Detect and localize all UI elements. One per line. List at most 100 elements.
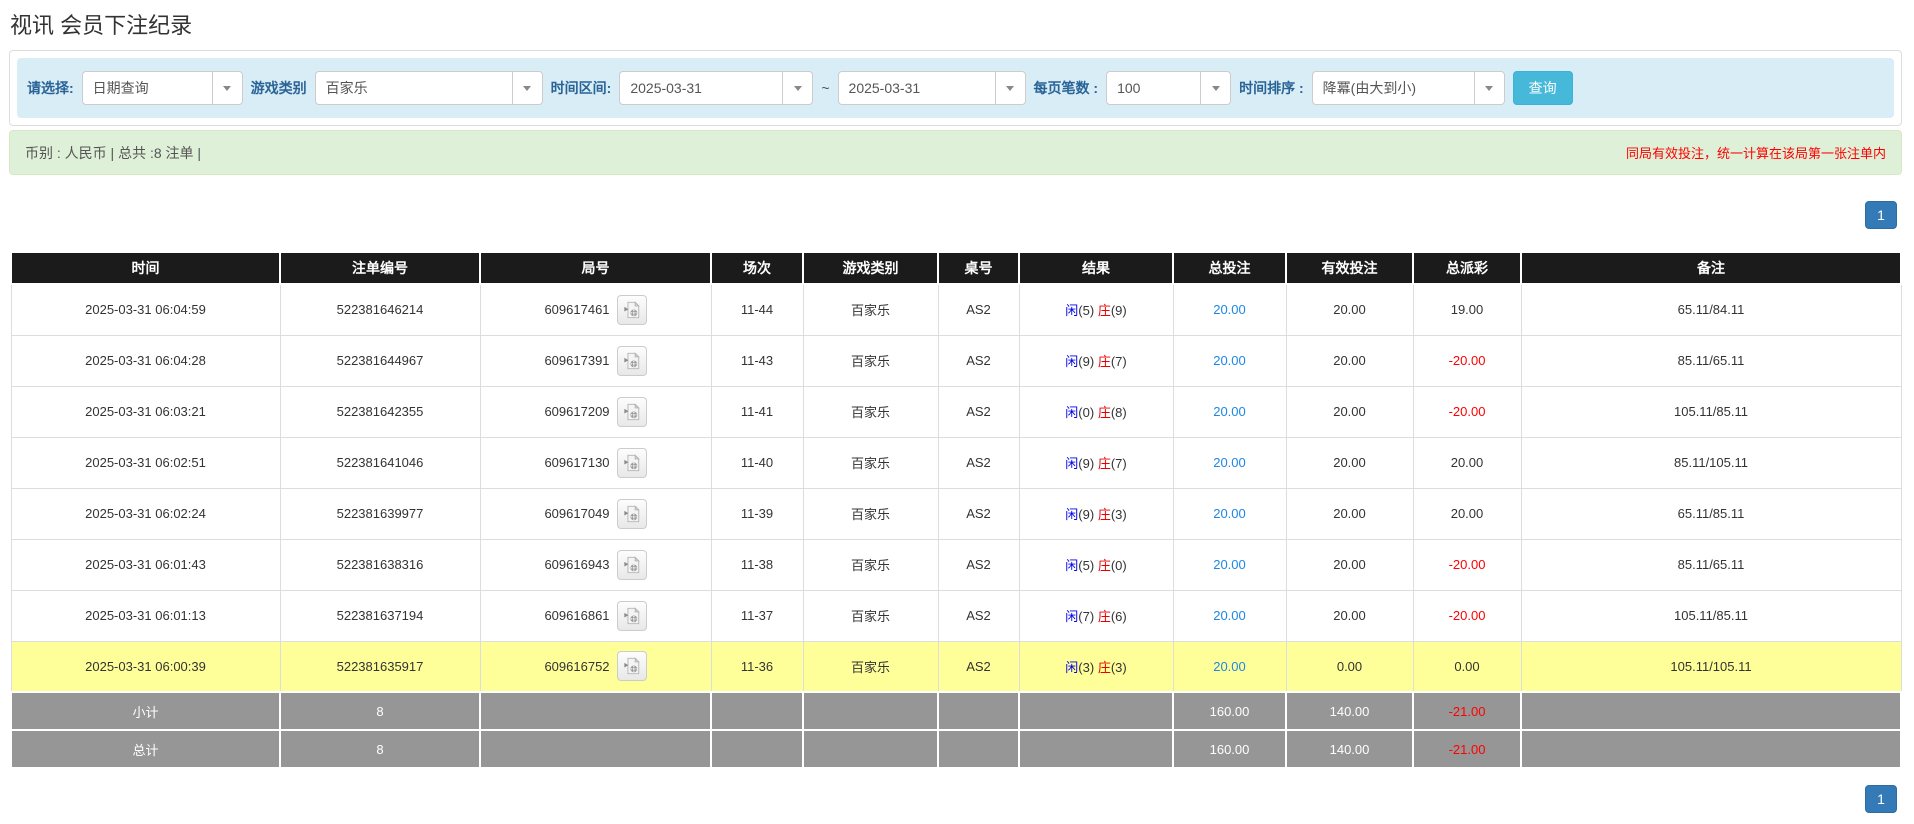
cell-bet-id: 522381638316 bbox=[280, 539, 480, 590]
cell-round-id: 609617461 bbox=[480, 284, 711, 335]
cell-total-bet[interactable]: 20.00 bbox=[1173, 641, 1286, 692]
cell-time: 2025-03-31 06:01:43 bbox=[11, 539, 280, 590]
empty-cell bbox=[1521, 692, 1901, 730]
cell-game-type: 百家乐 bbox=[803, 590, 938, 641]
col-session: 场次 bbox=[711, 252, 803, 284]
cell-round-id: 609616752 bbox=[480, 641, 711, 692]
round-id-value: 609616752 bbox=[544, 659, 609, 674]
result-banker: 庄 bbox=[1098, 558, 1111, 573]
date-to-select[interactable]: 2025-03-31 bbox=[838, 71, 1026, 105]
result-player-score: (9) bbox=[1078, 456, 1094, 471]
cell-time: 2025-03-31 06:01:13 bbox=[11, 590, 280, 641]
bet-records-table: 时间 注单编号 局号 场次 游戏类别 桌号 结果 总投注 有效投注 总派彩 备注… bbox=[10, 251, 1902, 769]
page-1-button[interactable]: 1 bbox=[1865, 201, 1897, 229]
cell-valid-bet: 20.00 bbox=[1286, 284, 1413, 335]
result-player: 闲 bbox=[1065, 558, 1078, 573]
cell-total-bet[interactable]: 20.00 bbox=[1173, 590, 1286, 641]
empty-cell bbox=[938, 692, 1019, 730]
cell-time: 2025-03-31 06:00:39 bbox=[11, 641, 280, 692]
cell-total-bet[interactable]: 20.00 bbox=[1173, 539, 1286, 590]
empty-cell bbox=[803, 730, 938, 768]
date-to-value: 2025-03-31 bbox=[839, 72, 995, 104]
chevron-down-icon[interactable] bbox=[782, 72, 812, 104]
col-remark: 备注 bbox=[1521, 252, 1901, 284]
pagination-bottom: 1 bbox=[9, 785, 1897, 813]
game-type-label: 游戏类别 bbox=[251, 78, 307, 98]
result-banker-score: (6) bbox=[1111, 609, 1127, 624]
result-banker-score: (7) bbox=[1111, 456, 1127, 471]
result-player: 闲 bbox=[1065, 405, 1078, 420]
sort-order-select[interactable]: 降冪(由大到小) bbox=[1312, 71, 1505, 105]
chevron-down-icon[interactable] bbox=[212, 72, 242, 104]
subtotal-label: 小计 bbox=[11, 692, 280, 730]
film-icon bbox=[623, 657, 641, 675]
result-player-score: (3) bbox=[1078, 660, 1094, 675]
table-row: 2025-03-31 06:03:21 522381642355 6096172… bbox=[11, 386, 1901, 437]
query-type-value: 日期查询 bbox=[83, 72, 212, 104]
film-icon bbox=[623, 301, 641, 319]
page-size-select[interactable]: 100 bbox=[1106, 71, 1231, 105]
result-banker-score: (3) bbox=[1111, 660, 1127, 675]
empty-cell bbox=[1019, 730, 1173, 768]
cell-time: 2025-03-31 06:04:59 bbox=[11, 284, 280, 335]
filter-bar: 请选择: 日期查询 游戏类别 百家乐 时间区间: 2025-03-31 ~ 20… bbox=[17, 58, 1894, 118]
table-row: 2025-03-31 06:02:51 522381641046 6096171… bbox=[11, 437, 1901, 488]
video-replay-button[interactable] bbox=[617, 295, 647, 325]
cell-round-id: 609617391 bbox=[480, 335, 711, 386]
cell-payout: 20.00 bbox=[1413, 437, 1521, 488]
cell-table-no: AS2 bbox=[938, 488, 1019, 539]
result-banker-score: (9) bbox=[1111, 303, 1127, 318]
cell-total-bet[interactable]: 20.00 bbox=[1173, 437, 1286, 488]
total-label: 总计 bbox=[11, 730, 280, 768]
empty-cell bbox=[1521, 730, 1901, 768]
cell-result: 闲(9) 庄(7) bbox=[1019, 437, 1173, 488]
game-type-select[interactable]: 百家乐 bbox=[315, 71, 543, 105]
summary-currency-count: 币别 : 人民币 | 总共 :8 注单 | bbox=[25, 143, 201, 163]
table-header: 时间 注单编号 局号 场次 游戏类别 桌号 结果 总投注 有效投注 总派彩 备注 bbox=[11, 252, 1901, 284]
cell-session: 11-38 bbox=[711, 539, 803, 590]
total-row: 总计 8 160.00 140.00 -21.00 bbox=[11, 730, 1901, 768]
chevron-down-icon[interactable] bbox=[1200, 72, 1230, 104]
video-replay-button[interactable] bbox=[617, 499, 647, 529]
subtotal-count: 8 bbox=[280, 692, 480, 730]
video-replay-button[interactable] bbox=[617, 448, 647, 478]
total-total-bet: 160.00 bbox=[1173, 730, 1286, 768]
cell-total-bet[interactable]: 20.00 bbox=[1173, 488, 1286, 539]
game-type-value: 百家乐 bbox=[316, 72, 512, 104]
round-id-value: 609617049 bbox=[544, 506, 609, 521]
cell-table-no: AS2 bbox=[938, 539, 1019, 590]
cell-session: 11-43 bbox=[711, 335, 803, 386]
video-replay-button[interactable] bbox=[617, 397, 647, 427]
cell-payout: -20.00 bbox=[1413, 539, 1521, 590]
result-player: 闲 bbox=[1065, 303, 1078, 318]
query-type-select[interactable]: 日期查询 bbox=[82, 71, 243, 105]
cell-total-bet[interactable]: 20.00 bbox=[1173, 386, 1286, 437]
cell-bet-id: 522381644967 bbox=[280, 335, 480, 386]
empty-cell bbox=[803, 692, 938, 730]
cell-round-id: 609617209 bbox=[480, 386, 711, 437]
video-replay-button[interactable] bbox=[617, 651, 647, 681]
table-row: 2025-03-31 06:04:28 522381644967 6096173… bbox=[11, 335, 1901, 386]
search-button[interactable]: 查询 bbox=[1513, 71, 1573, 105]
date-from-select[interactable]: 2025-03-31 bbox=[619, 71, 813, 105]
cell-game-type: 百家乐 bbox=[803, 641, 938, 692]
col-time: 时间 bbox=[11, 252, 280, 284]
film-icon bbox=[623, 352, 641, 370]
result-player-score: (0) bbox=[1078, 405, 1094, 420]
cell-game-type: 百家乐 bbox=[803, 539, 938, 590]
chevron-down-icon[interactable] bbox=[995, 72, 1025, 104]
col-table-no: 桌号 bbox=[938, 252, 1019, 284]
video-replay-button[interactable] bbox=[617, 346, 647, 376]
chevron-down-icon[interactable] bbox=[1474, 72, 1504, 104]
subtotal-valid-bet: 140.00 bbox=[1286, 692, 1413, 730]
video-replay-button[interactable] bbox=[617, 550, 647, 580]
cell-total-bet[interactable]: 20.00 bbox=[1173, 335, 1286, 386]
video-replay-button[interactable] bbox=[617, 601, 647, 631]
empty-cell bbox=[1019, 692, 1173, 730]
chevron-down-icon[interactable] bbox=[512, 72, 542, 104]
film-icon bbox=[623, 607, 641, 625]
page-1-button[interactable]: 1 bbox=[1865, 785, 1897, 813]
cell-time: 2025-03-31 06:04:28 bbox=[11, 335, 280, 386]
col-payout: 总派彩 bbox=[1413, 252, 1521, 284]
cell-total-bet[interactable]: 20.00 bbox=[1173, 284, 1286, 335]
